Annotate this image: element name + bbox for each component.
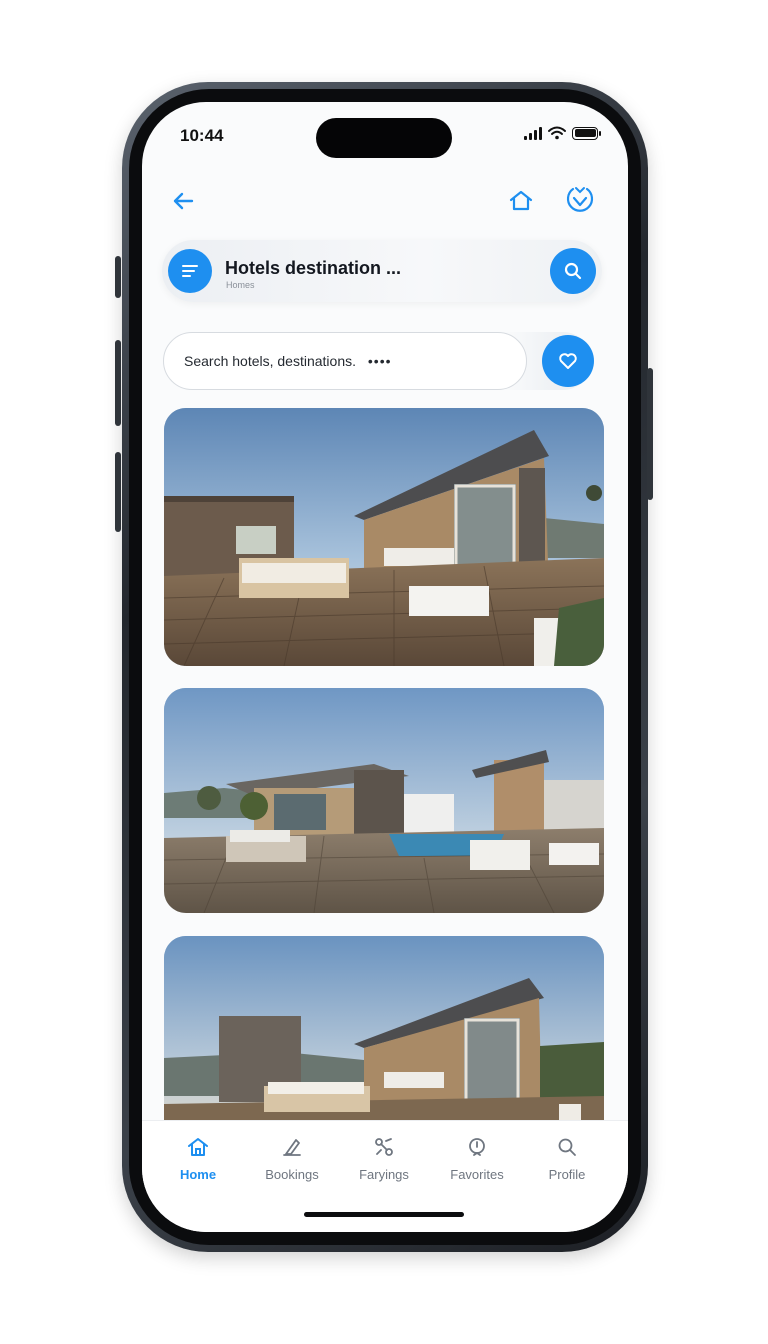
- heart-check-icon[interactable]: [564, 184, 596, 216]
- header-subtitle: Homes: [226, 280, 255, 290]
- deck-cabin-photo: [164, 936, 604, 1136]
- cellular-signal-icon: [524, 126, 542, 140]
- search-more-dots: ••••: [367, 353, 392, 369]
- home-indicator: [304, 1212, 464, 1217]
- filter-lines-icon: [182, 265, 198, 277]
- dynamic-island: [316, 118, 452, 158]
- search-icon: [558, 1138, 576, 1156]
- action-button: [115, 256, 121, 298]
- tab-home-label: Home: [179, 1167, 217, 1182]
- settings-icon: [375, 1138, 393, 1156]
- favorites-icon: [469, 1138, 485, 1156]
- bookings-icon: [283, 1139, 301, 1156]
- status-time: 10:44: [180, 126, 224, 145]
- volume-down-button: [115, 452, 121, 532]
- power-button: [647, 368, 653, 500]
- listing-card-3[interactable]: [164, 936, 604, 1136]
- header-search-button[interactable]: [550, 248, 596, 294]
- listing-card-2[interactable]: [164, 688, 604, 913]
- home-icon: [188, 1138, 208, 1156]
- favorite-button[interactable]: [542, 335, 594, 387]
- destination-header[interactable]: Hotels destination ... Homes: [162, 240, 602, 302]
- wifi-icon: [548, 126, 566, 140]
- home-icon[interactable]: [506, 186, 536, 216]
- tab-faryings-label: Faryings: [359, 1167, 409, 1182]
- tab-faryings[interactable]: Faryings: [339, 1135, 429, 1182]
- battery-icon: [572, 126, 601, 140]
- tab-favorites[interactable]: Favorites: [432, 1135, 522, 1182]
- rooftop-deck-villa-photo: [164, 408, 604, 666]
- status-icons: [524, 126, 601, 140]
- volume-up-button: [115, 340, 121, 426]
- search-icon: [564, 262, 582, 280]
- tab-home[interactable]: Home: [153, 1135, 243, 1182]
- tab-profile[interactable]: Profile: [522, 1135, 612, 1182]
- heart-icon: [559, 353, 577, 369]
- filter-button[interactable]: [168, 249, 212, 293]
- arrow-left-icon[interactable]: [168, 186, 198, 216]
- app-screen: 10:44 Hotels destination ... Homes Searc…: [142, 102, 628, 1232]
- poolside-villa-photo: [164, 688, 604, 913]
- tab-bookings[interactable]: Bookings: [247, 1135, 337, 1182]
- tab-bookings-label: Bookings: [265, 1167, 319, 1182]
- search-input[interactable]: Search hotels, destinations. ••••: [163, 332, 527, 390]
- tab-favorites-label: Favorites: [450, 1167, 504, 1182]
- listing-card-1[interactable]: [164, 408, 604, 666]
- tab-profile-label: Profile: [548, 1167, 586, 1182]
- header-title: Hotels destination ...: [225, 258, 402, 278]
- search-placeholder: Search hotels, destinations.: [184, 353, 356, 369]
